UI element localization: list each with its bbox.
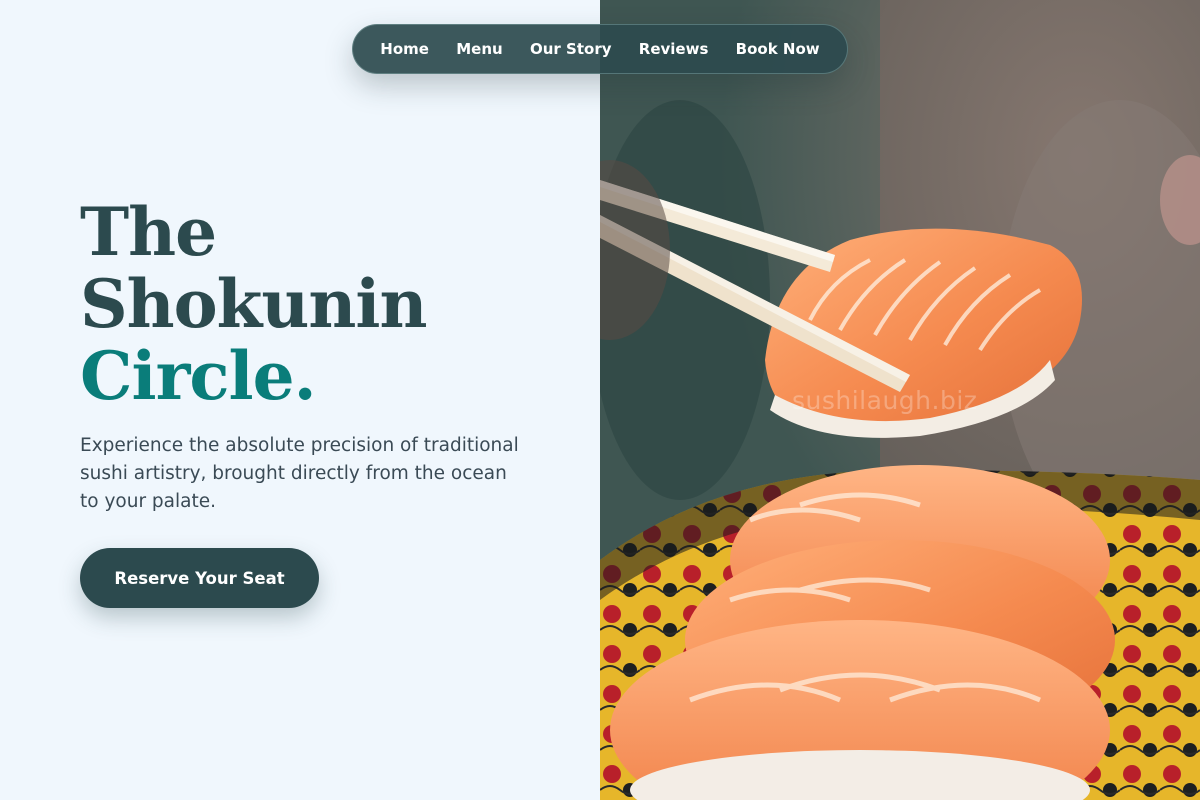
main-nav: Home Menu Our Story Reviews Book Now: [352, 24, 848, 74]
watermark-text: sushilaugh.biz: [792, 386, 978, 415]
hero-title-line-1: The: [80, 193, 217, 271]
nav-menu-link[interactable]: Menu: [456, 40, 502, 58]
hero-description: Experience the absolute precision of tra…: [80, 435, 519, 512]
hero-title-line-3: Circle.: [80, 337, 317, 415]
reserve-seat-button[interactable]: Reserve Your Seat: [80, 548, 319, 608]
hero-title: The Shokunin Circle.: [80, 193, 427, 415]
nav-reviews-link[interactable]: Reviews: [639, 40, 709, 58]
hero-photo: sushilaugh.biz: [600, 0, 1200, 800]
hero-content: The Shokunin Circle. Experience the abso…: [0, 0, 600, 800]
nav-our-story-link[interactable]: Our Story: [530, 40, 612, 58]
nav-home-link[interactable]: Home: [380, 40, 429, 58]
nav-book-now-link[interactable]: Book Now: [736, 40, 820, 58]
page: The Shokunin Circle. Experience the abso…: [0, 0, 1200, 800]
hero-title-line-2: Shokunin: [80, 265, 427, 343]
